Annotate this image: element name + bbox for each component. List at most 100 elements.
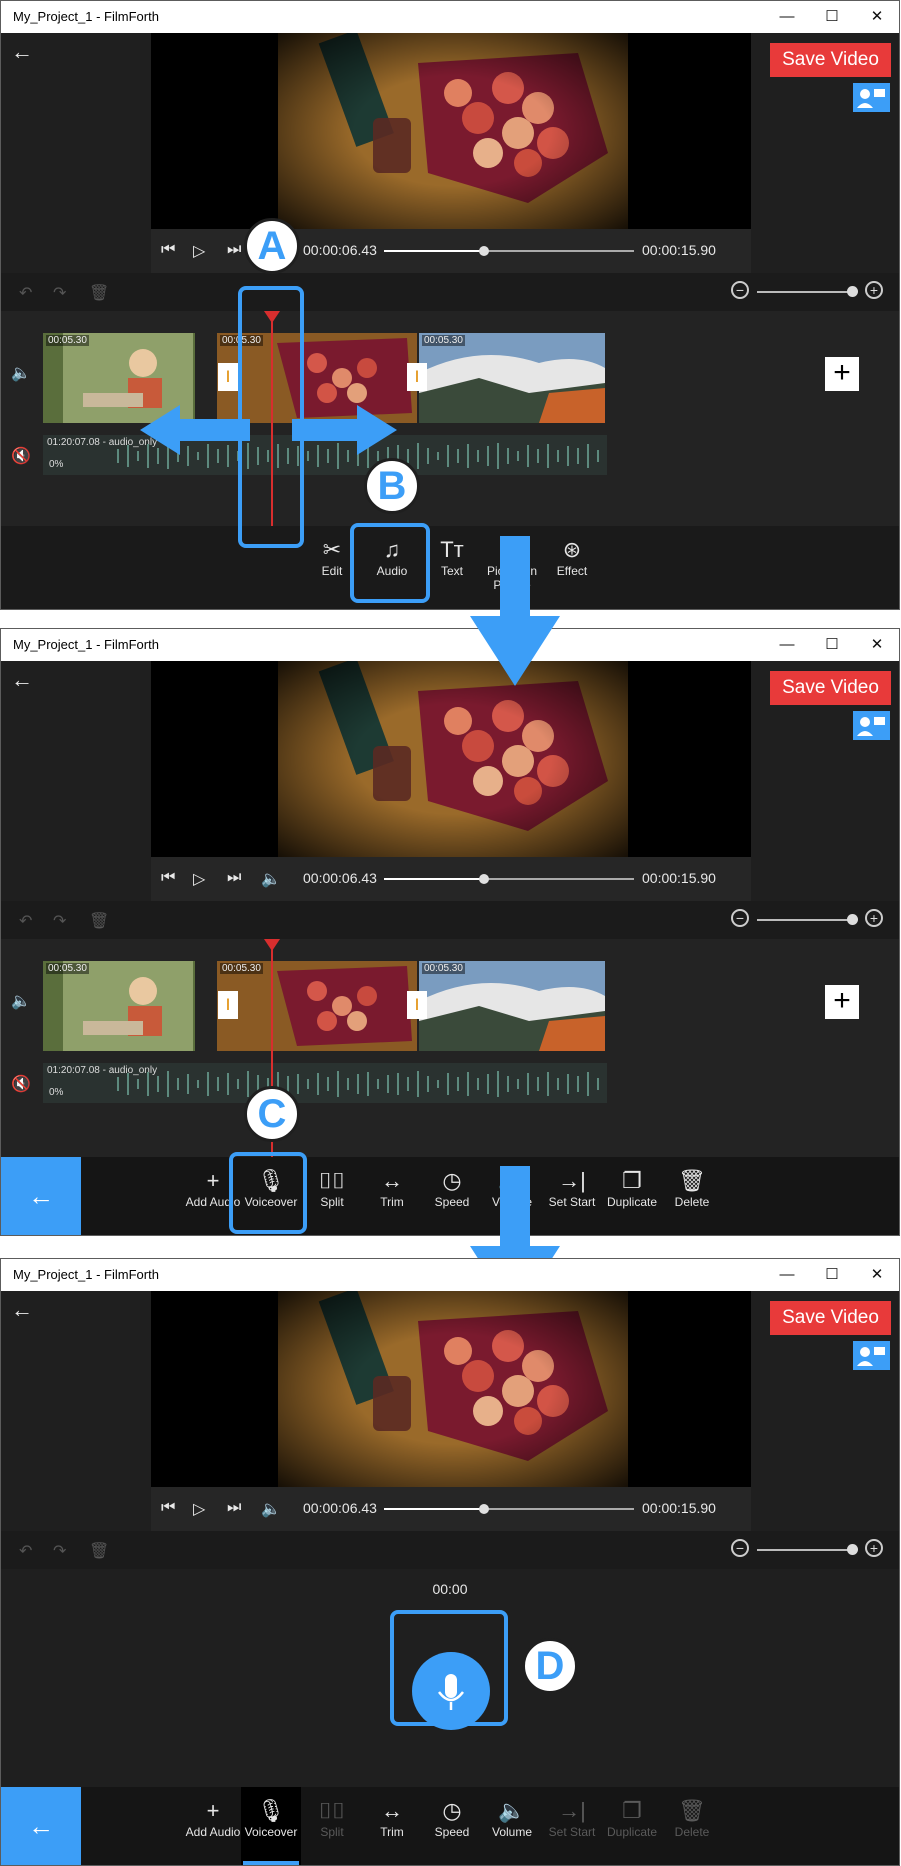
split-tool[interactable]: ⌷⌷ Split (304, 1797, 360, 1839)
audio-mute-icon[interactable]: 🔇 (11, 446, 31, 466)
track-volume-icon[interactable]: 🔈 (11, 363, 31, 383)
trim-tool[interactable]: ↔ Trim (364, 1167, 420, 1209)
seek-knob[interactable] (479, 874, 489, 884)
add-clip-button[interactable]: + (825, 985, 859, 1019)
duplicate-tool[interactable]: ❐ Duplicate (604, 1167, 660, 1209)
seek-fill (384, 878, 484, 880)
play-icon[interactable]: ▷ (193, 241, 205, 261)
voiceover-tool[interactable]: 🎙 Voiceover (243, 1797, 299, 1839)
audio-mute-icon[interactable]: 🔇 (11, 1074, 31, 1094)
skip-back-icon[interactable]: ⏮ (161, 869, 175, 887)
zoom-knob[interactable] (847, 914, 858, 925)
zoom-out-icon[interactable]: − (731, 281, 749, 299)
seek-knob[interactable] (479, 246, 489, 256)
video-clip[interactable]: 00:05.30 (43, 961, 195, 1051)
audio-track[interactable]: 01:20:07.08 - audio_only 0% (43, 1063, 607, 1103)
play-icon[interactable]: ▷ (193, 869, 205, 889)
clip-duration: 00:05.30 (46, 963, 89, 974)
maximize-button[interactable]: ☐ (812, 1263, 852, 1287)
volume-icon[interactable]: 🔈 (261, 869, 281, 889)
redo-icon[interactable]: ↷ (53, 1541, 66, 1561)
zoom-knob[interactable] (847, 1544, 858, 1555)
skip-forward-icon[interactable]: ⏭ (227, 1499, 241, 1517)
transition-handle[interactable]: I (407, 991, 427, 1019)
duplicate-icon: ❐ (622, 1798, 642, 1823)
skip-forward-icon[interactable]: ⏭ (227, 241, 241, 259)
playhead-handle[interactable] (264, 939, 280, 951)
volume-tool[interactable]: 🔈Volume (484, 1797, 540, 1839)
video-clip[interactable]: 00:05.30 (419, 961, 605, 1051)
trash-icon[interactable]: 🗑 (89, 1541, 109, 1561)
undo-icon[interactable]: ↶ (19, 283, 32, 303)
add-audio-tool[interactable]: + Add Audio (183, 1797, 243, 1839)
back-arrow-icon[interactable]: ← (11, 667, 33, 693)
video-clip[interactable]: 00:05.30 (419, 333, 605, 423)
timeline: 🔈 00:05.30 00:05.30 00:05.30 I I 🔇 01:20… (1, 939, 899, 1157)
total-time: 00:00:15.90 (642, 1500, 716, 1516)
zoom-knob[interactable] (847, 286, 858, 297)
transition-handle[interactable]: I (407, 363, 427, 391)
save-video-button[interactable]: Save Video (770, 43, 891, 77)
zoom-in-icon[interactable]: + (865, 909, 883, 927)
seek-slider[interactable] (384, 1504, 634, 1514)
maximize-button[interactable]: ☐ (812, 5, 852, 29)
delete-tool[interactable]: 🗑 Delete (664, 1167, 720, 1209)
video-clip[interactable]: 00:05.30 (217, 961, 417, 1051)
trash-icon[interactable]: 🗑 (89, 911, 109, 931)
zoom-slider[interactable] (757, 919, 853, 921)
transition-handle[interactable]: I (218, 991, 238, 1019)
minimize-button[interactable]: — (767, 1263, 807, 1287)
close-button[interactable]: ✕ (857, 633, 897, 657)
maximize-button[interactable]: ☐ (812, 633, 852, 657)
set-start-icon: →| (558, 1798, 586, 1823)
play-icon[interactable]: ▷ (193, 1499, 205, 1519)
toolbar-back-button[interactable]: ← (1, 1787, 81, 1865)
minimize-button[interactable]: — (767, 5, 807, 29)
contact-icon[interactable] (853, 711, 890, 740)
contact-icon[interactable] (853, 1341, 890, 1370)
seek-slider[interactable] (384, 874, 634, 884)
seek-fill (384, 250, 484, 252)
save-video-button[interactable]: Save Video (770, 671, 891, 705)
skip-forward-icon[interactable]: ⏭ (227, 869, 241, 887)
trim-tool[interactable]: ↔ Trim (364, 1797, 420, 1839)
save-video-button[interactable]: Save Video (770, 1301, 891, 1335)
zoom-slider[interactable] (757, 1549, 853, 1551)
set-start-tool[interactable]: →| Set Start (544, 1797, 600, 1839)
toolbar-back-button[interactable]: ← (1, 1157, 81, 1235)
add-clip-button[interactable]: + (825, 357, 859, 391)
zoom-slider[interactable] (757, 291, 853, 293)
seek-slider[interactable] (384, 246, 634, 256)
duplicate-tool[interactable]: ❐ Duplicate (604, 1797, 660, 1839)
undo-icon[interactable]: ↶ (19, 911, 32, 931)
trash-icon[interactable]: 🗑 (89, 283, 109, 303)
clip-duration: 00:05.30 (220, 963, 263, 974)
video-preview (151, 33, 751, 229)
window-title: My_Project_1 - FilmForth (13, 9, 159, 24)
undo-icon[interactable]: ↶ (19, 1541, 32, 1561)
seek-knob[interactable] (479, 1504, 489, 1514)
delete-tool[interactable]: 🗑 Delete (664, 1797, 720, 1839)
track-volume-icon[interactable]: 🔈 (11, 991, 31, 1011)
close-button[interactable]: ✕ (857, 5, 897, 29)
split-tool[interactable]: ⌷⌷ Split (304, 1167, 360, 1209)
skip-back-icon[interactable]: ⏮ (161, 1499, 175, 1517)
zoom-in-icon[interactable]: + (865, 1539, 883, 1557)
audio-volume: 0% (49, 459, 64, 470)
zoom-in-icon[interactable]: + (865, 281, 883, 299)
redo-icon[interactable]: ↷ (53, 911, 66, 931)
redo-icon[interactable]: ↷ (53, 283, 66, 303)
main-toolbar: ✂Edit ♫Audio TтText ⧉Picture in Picture … (1, 526, 899, 609)
back-arrow-icon[interactable]: ← (11, 39, 33, 65)
zoom-out-icon[interactable]: − (731, 1539, 749, 1557)
speed-tool[interactable]: ◷ Speed (424, 1797, 480, 1839)
skip-back-icon[interactable]: ⏮ (161, 241, 175, 259)
audio-toolbar: ← + Add Audio 🎙 Voiceover ⌷⌷ Split ↔ Trim ◷ S… (1, 1157, 899, 1235)
minimize-button[interactable]: — (767, 633, 807, 657)
close-button[interactable]: ✕ (857, 1263, 897, 1287)
back-arrow-icon[interactable]: ← (11, 1297, 33, 1323)
volume-icon[interactable]: 🔈 (261, 1499, 281, 1519)
transition-handle[interactable]: I (218, 363, 238, 391)
contact-icon[interactable] (853, 83, 890, 112)
zoom-out-icon[interactable]: − (731, 909, 749, 927)
